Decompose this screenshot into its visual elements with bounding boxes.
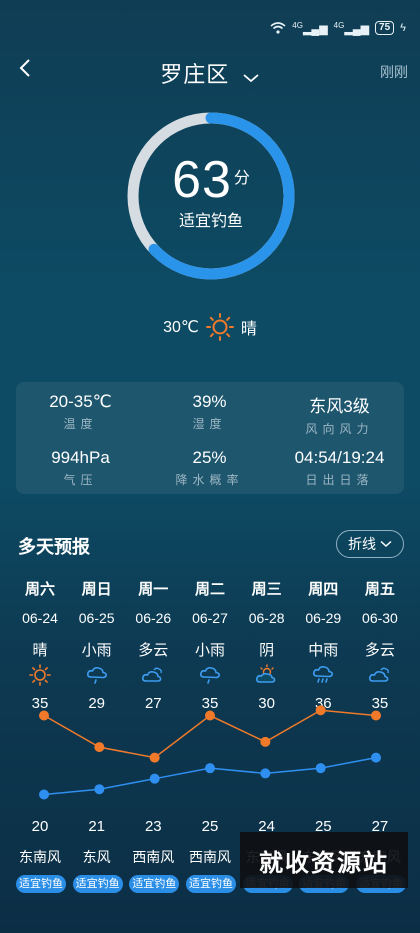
low-temp-point-5	[315, 763, 326, 774]
fishing-badge: 适宜钓鱼	[16, 875, 66, 893]
day-condition: 中雨	[308, 642, 339, 659]
day-low-temp: 25	[201, 818, 219, 835]
day-wind: 东风	[82, 849, 111, 865]
low-temp-point-1	[94, 784, 105, 795]
day-low-temp: 23	[144, 818, 162, 835]
day-date: 06-25	[78, 610, 115, 626]
day-weekday: 周四	[308, 581, 339, 598]
high-temp-point-3	[205, 710, 215, 721]
high-temp-point-0	[39, 710, 49, 721]
battery-icon: 75	[375, 21, 395, 35]
low-temp-point-0	[39, 789, 49, 800]
fishing-badge: 适宜钓鱼	[185, 875, 236, 893]
low-temp-point-3	[205, 763, 215, 774]
day-condition: 多云	[138, 642, 169, 659]
detail-wind: 东风3级 风向风力	[305, 397, 374, 436]
signal-icon: 4G▂▄▆	[333, 20, 370, 36]
detail-humidity: 39% 湿度	[192, 392, 227, 431]
page-title: 罗庄区	[160, 62, 230, 87]
fishing-badge: 适宜钓鱼	[129, 875, 180, 893]
chart-mode-toggle[interactable]: 折线	[336, 530, 404, 558]
day-weekday: 周五	[364, 581, 395, 598]
sun-icon	[205, 313, 234, 341]
day-date: 06-26	[135, 610, 172, 626]
day-condition: 阴	[259, 642, 275, 659]
day-weekday: 周二	[194, 581, 225, 598]
day-date: 06-24	[22, 610, 58, 626]
low-temp-point-4	[260, 768, 271, 779]
forecast-day-4: 周三 06-28 阴 30	[243, 578, 291, 712]
overcast-icon	[255, 663, 279, 687]
forecast-day-bottom-1: 21 东风适宜钓鱼	[72, 818, 123, 893]
score-unit: 分	[233, 170, 250, 187]
day-date: 06-30	[362, 610, 398, 626]
day-low-temp: 21	[88, 818, 105, 835]
watermark-overlay: 就收资源站	[240, 832, 408, 888]
cloudy-icon	[141, 663, 165, 687]
moderate-rain-icon	[311, 663, 335, 687]
update-time: 刚刚	[380, 64, 408, 80]
day-condition: 多云	[364, 642, 395, 659]
day-wind: 西南风	[132, 849, 175, 865]
high-temp-point-6	[371, 710, 381, 721]
current-condition: 晴	[240, 321, 257, 338]
forecast-day-1: 周日 06-25 小雨 29	[73, 578, 121, 712]
fishing-badge: 适宜钓鱼	[72, 875, 123, 893]
weather-details-card: 20-35℃ 温度 39% 湿度 东风3级 风向风力 994hPa 气压 25% 降水概率…	[16, 382, 404, 494]
high-temp-point-5	[315, 705, 326, 716]
forecast-day-0: 周六 06-24 晴 35	[16, 578, 64, 712]
temperature-chart	[39, 705, 381, 800]
high-temp-point-2	[149, 752, 160, 763]
light-rain-icon	[198, 663, 222, 687]
day-wind: 东南风	[19, 849, 61, 865]
high-temp-point-1	[94, 742, 105, 753]
day-date: 06-29	[305, 610, 342, 626]
detail-pressure: 994hPa 气压	[51, 448, 110, 487]
day-condition: 小雨	[194, 642, 225, 659]
forecast-day-bottom-3: 25 西南风适宜钓鱼	[185, 818, 236, 893]
detail-temperature: 20-35℃ 温度	[49, 392, 112, 431]
current-temp: 30℃	[163, 319, 199, 336]
detail-precipitation: 25% 降水概率	[175, 448, 244, 487]
low-temp-point-6	[371, 752, 381, 763]
charging-icon: ϟ	[400, 22, 406, 34]
chevron-down-icon	[243, 74, 259, 82]
forecast-day-2: 周一 06-26 多云 27	[129, 578, 177, 712]
high-temp-point-4	[260, 736, 271, 747]
score-label: 适宜钓鱼	[178, 213, 243, 230]
forecast-day-bottom-2: 23 西南风适宜钓鱼	[129, 818, 180, 893]
score-value: 63	[172, 151, 232, 209]
location-selector[interactable]: 罗庄区	[0, 57, 420, 89]
signal-icon: 4G▂▄▆	[292, 20, 328, 36]
forecast-days: 周六 06-24 晴 35 周日 06-25 小雨 29 周一 06-26 多云 27 周二 06-27 小…	[16, 578, 404, 712]
forecast-day-bottom-0: 20 东南风适宜钓鱼	[16, 818, 66, 893]
sun-icon	[28, 663, 52, 687]
forecast-day-3: 周二 06-27 小雨 35	[186, 578, 234, 712]
day-date: 06-28	[248, 610, 285, 626]
chevron-down-icon	[380, 540, 392, 548]
light-rain-icon	[85, 663, 109, 687]
current-weather: 30℃ 晴	[0, 312, 420, 342]
day-condition: 小雨	[81, 642, 112, 659]
cloudy-icon	[368, 663, 392, 687]
detail-sunrise-sunset: 04:54/19:24 日出日落	[294, 448, 385, 487]
wifi-icon	[270, 22, 286, 34]
day-weekday: 周一	[138, 581, 169, 598]
day-low-temp: 20	[31, 818, 49, 835]
forecast-day-5: 周四 06-29 中雨 36	[299, 578, 347, 712]
day-weekday: 周三	[251, 581, 282, 598]
forecast-title: 多天预报	[18, 537, 90, 557]
day-wind: 西南风	[188, 849, 231, 865]
toggle-label: 折线	[348, 536, 376, 552]
forecast-day-6: 周五 06-30 多云 35	[356, 578, 404, 712]
day-weekday: 周日	[81, 581, 112, 598]
day-condition: 晴	[32, 642, 48, 659]
day-date: 06-27	[192, 610, 228, 626]
day-weekday: 周六	[24, 581, 55, 598]
score-display: 63 分	[126, 150, 296, 210]
status-bar: 4G▂▄▆ 4G▂▄▆ 75 ϟ	[270, 18, 406, 38]
low-temp-point-2	[149, 773, 160, 784]
